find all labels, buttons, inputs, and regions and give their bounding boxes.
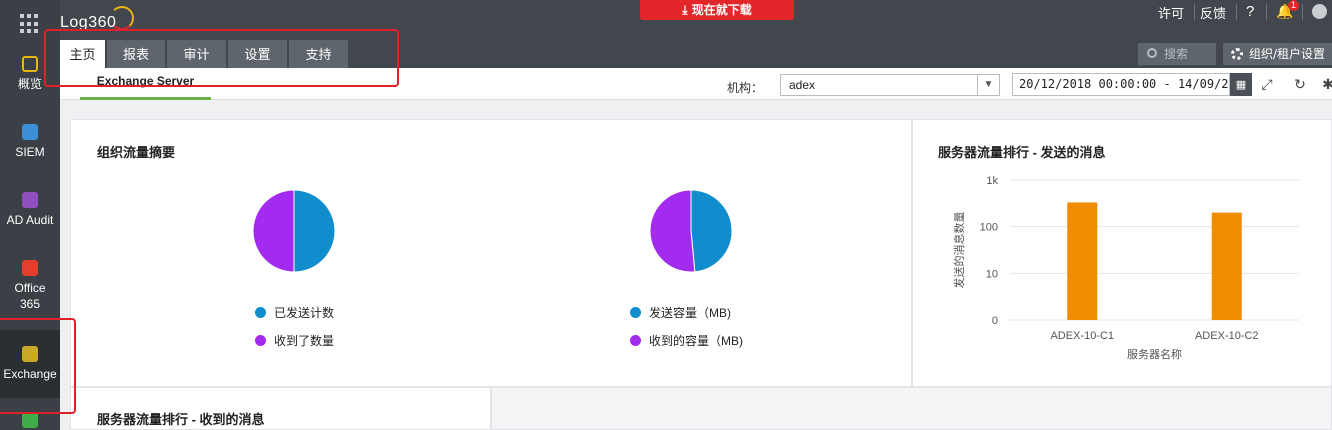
org-settings-button[interactable]: 组织/租户设置 (1223, 43, 1332, 65)
notification-badge: 1 (1288, 0, 1300, 11)
legend-label: 发送容量（MB) (649, 306, 731, 320)
siem-shield-icon (22, 124, 38, 140)
pie-slice[interactable] (690, 189, 733, 273)
panel-title: 服务器流量排行 - 发送的消息 (938, 145, 1106, 160)
app-grid-icon[interactable] (20, 14, 40, 34)
eye-icon (22, 412, 38, 428)
feedback-link[interactable]: 反馈 (1200, 3, 1226, 22)
legend-label: 收到的容量（MB) (649, 334, 743, 348)
sidebar-item-label: Office (14, 281, 46, 295)
sidebar-item-label: SIEM (15, 145, 45, 159)
highlight-box (0, 318, 76, 414)
pie-chart-sent-received-volume (649, 189, 733, 273)
search-icon (1147, 48, 1157, 58)
divider (1236, 4, 1237, 20)
pie-chart-sent-received-count (252, 189, 336, 273)
user-avatar-icon[interactable] (1312, 4, 1327, 19)
chevron-down-icon[interactable]: ▼ (977, 75, 999, 95)
sidebar-item-ad-audit[interactable]: AD Audit (0, 192, 60, 240)
sidebar-item-label: 365 (19, 297, 41, 311)
calendar-icon[interactable]: ▦ (1230, 73, 1252, 96)
panel-title: 服务器流量排行 - 收到的消息 (97, 412, 265, 427)
x-tick-label: ADEX-10-C1 (1050, 330, 1114, 342)
ad-audit-search-icon (22, 192, 38, 208)
sidebar-item-office365[interactable]: Office 365 (0, 260, 60, 318)
x-axis-label: 服务器名称 (1127, 347, 1182, 361)
org-label: 机构： (727, 81, 764, 95)
y-axis-label: 发送的消息数量 (952, 212, 966, 289)
help-icon[interactable]: ? (1246, 3, 1254, 20)
y-tick-label: 10 (986, 268, 998, 280)
highlight-box (44, 29, 399, 87)
pie-slice[interactable] (293, 189, 336, 273)
org-settings-label: 组织/租户设置 (1249, 47, 1326, 61)
bar (1211, 212, 1242, 320)
download-icon: ⤓ (682, 3, 692, 17)
legend-label: 收到了数量 (274, 334, 335, 348)
received-ranking-panel: 服务器流量排行 - 收到的消息 (70, 387, 491, 430)
legend-dot (255, 335, 266, 346)
license-link[interactable]: 许可 (1158, 3, 1184, 22)
bar-chart-sent-messages: 0 10 100 1k ADEX-10-C1 ADEX-10-C2 服务器名称 发送的消息数量 (952, 175, 1299, 361)
refresh-icon[interactable]: ↻ (1292, 77, 1308, 93)
legend-item: 收到了数量 (255, 332, 334, 349)
fullscreen-icon[interactable]: ⤢ (1259, 77, 1275, 93)
org-select-value: adex (789, 78, 816, 92)
y-tick-label: 0 (992, 315, 998, 327)
legend-item: 发送容量（MB) (630, 304, 731, 321)
panel-title: 组织流量摘要 (97, 145, 176, 160)
legend-label: 已发送计数 (274, 306, 335, 320)
gear-icon (1231, 48, 1243, 60)
download-now-button[interactable]: ⤓ 现在就下载 (640, 0, 794, 20)
traffic-summary-panel: 组织流量摘要 已发送计数 收到了数量 发送容量（MB) 收到的容量（MB) (70, 119, 912, 387)
y-tick-label: 100 (980, 222, 998, 234)
org-select[interactable]: adex ▼ (780, 74, 1000, 96)
pie-slice[interactable] (649, 189, 696, 273)
bar (1067, 202, 1098, 320)
legend-dot (630, 335, 641, 346)
empty-panel (491, 387, 1332, 430)
divider (1302, 4, 1303, 20)
sent-ranking-panel: 服务器流量排行 - 发送的消息 0 10 100 1k ADEX-10-C1 ADEX-1… (912, 119, 1332, 387)
legend-dot (255, 307, 266, 318)
sidebar-item-label: 概览 (17, 77, 42, 91)
settings-gear-icon[interactable]: ✱ (1320, 77, 1332, 93)
date-range-field[interactable]: 20/12/2018 00:00:00 - 14/09/20 (1012, 73, 1230, 96)
sidebar-item-label: AD Audit (6, 213, 54, 227)
sidebar-item-more[interactable] (0, 412, 60, 430)
search-placeholder: 搜索 (1164, 47, 1189, 61)
divider (1194, 4, 1195, 20)
office365-icon (22, 260, 38, 276)
legend-dot (630, 307, 641, 318)
y-tick-label: 1k (986, 175, 998, 187)
legend-item: 收到的容量（MB) (630, 332, 743, 349)
overview-grid-icon (22, 56, 38, 72)
pie-slice[interactable] (252, 189, 295, 273)
legend-item: 已发送计数 (255, 304, 334, 321)
x-tick-label: ADEX-10-C2 (1195, 330, 1259, 342)
divider (1266, 4, 1267, 20)
sidebar-item-siem[interactable]: SIEM (0, 124, 60, 172)
logo-arc-icon (110, 6, 134, 30)
search-input[interactable]: 搜索 (1138, 43, 1216, 65)
download-label: 现在就下载 (691, 3, 752, 17)
